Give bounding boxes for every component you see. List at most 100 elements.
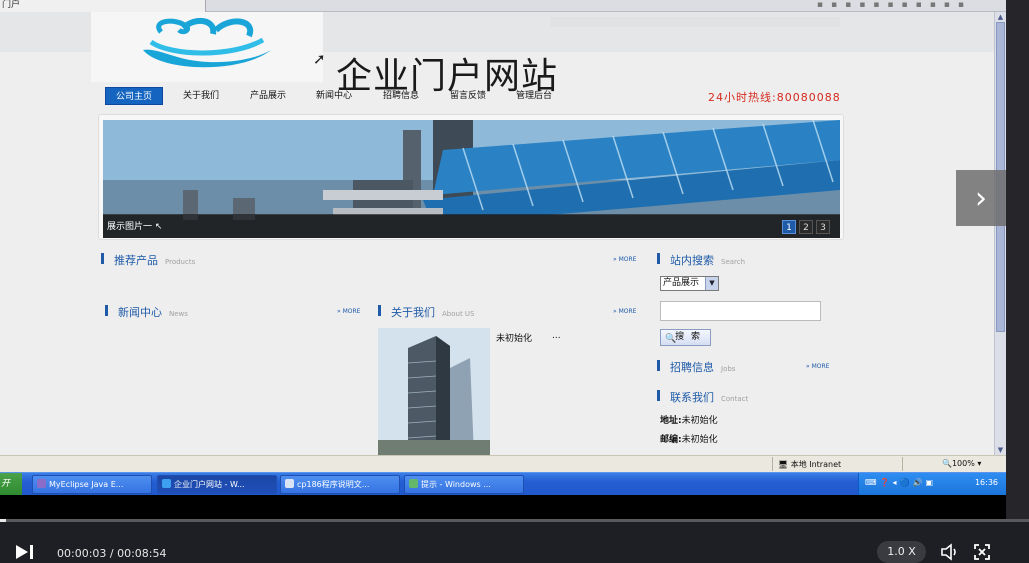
- player-side-area: [1006, 0, 1029, 520]
- about-more-link[interactable]: » MORE: [613, 308, 636, 315]
- about-summary: 未初始化: [496, 334, 533, 344]
- section-jobs-cn: 招聘信息: [670, 361, 714, 374]
- banner-page-1[interactable]: 1: [782, 220, 796, 234]
- section-about-en: About US: [442, 310, 475, 318]
- letterbox-strip: [0, 495, 1006, 519]
- task-ie-portal-label: 企业门户网站 - W...: [174, 480, 245, 489]
- search-category-value: 产品展示: [663, 278, 700, 288]
- section-products-title: 推荐产品 Products: [101, 252, 195, 268]
- section-search-en: Search: [721, 258, 746, 266]
- contact-zip-label: 邮编:: [660, 435, 682, 445]
- section-news-en: News: [169, 310, 188, 318]
- section-marker: [105, 305, 108, 316]
- image-viewer-icon: [409, 479, 418, 488]
- banner-image[interactable]: 展示图片一 ↖ 1 2 3: [103, 120, 840, 238]
- section-about-title: 关于我们 About US: [378, 304, 475, 320]
- section-about-cn: 关于我们: [391, 306, 435, 319]
- banner-caption: 展示图片一 ↖: [107, 222, 163, 232]
- contact-address-label: 地址:: [660, 416, 682, 426]
- zoom-control[interactable]: 🔍100% ▾: [942, 459, 981, 468]
- task-doc[interactable]: cp186程序说明文...: [280, 475, 400, 494]
- section-products-cn: 推荐产品: [114, 254, 158, 267]
- browser-toolbar-icons: ▪▪▪▪▪▪▪▪▪▪▪: [816, 0, 972, 10]
- start-button[interactable]: 开: [0, 473, 22, 496]
- tray-icons[interactable]: ⌨❓◂🔵🔊▣: [865, 478, 936, 487]
- status-divider: [772, 457, 773, 471]
- document-icon: [285, 479, 294, 488]
- nav-item-about[interactable]: 关于我们: [183, 87, 219, 105]
- windows-taskbar: 开 MyEclipse Java E... 企业门户网站 - W... cp18…: [0, 472, 1006, 496]
- section-contact-cn: 联系我们: [670, 391, 714, 404]
- nav-item-products[interactable]: 产品展示: [250, 87, 286, 105]
- fullscreen-icon[interactable]: [973, 543, 991, 561]
- contact-address: 地址:未初始化: [660, 413, 718, 426]
- mouse-cursor-icon: ➚: [313, 50, 326, 68]
- section-jobs-en: Jobs: [721, 365, 736, 373]
- browser-tab[interactable]: 门户: [0, 0, 206, 12]
- chevron-down-icon[interactable]: ▼: [705, 277, 718, 290]
- banner-caption-text: 展示图片一: [107, 222, 153, 232]
- section-marker: [657, 390, 660, 401]
- section-marker: [657, 253, 660, 264]
- products-more-link[interactable]: » MORE: [613, 256, 636, 263]
- task-myeclipse-label: MyEclipse Java E...: [49, 480, 124, 489]
- player-controls: 00:00:03 / 00:08:54 1.0 X: [0, 522, 1029, 563]
- video-player[interactable]: 门户 ▪▪▪▪▪▪▪▪▪▪▪ ➚ 企业门户网站 公司主页 关于我们 产品展示 新…: [0, 0, 1029, 563]
- volume-icon[interactable]: [940, 543, 960, 561]
- task-prompt[interactable]: 提示 - Windows ...: [404, 475, 524, 494]
- search-category-select[interactable]: 产品展示 ▼: [660, 276, 719, 291]
- news-more-link[interactable]: » MORE: [337, 308, 360, 315]
- task-myeclipse[interactable]: MyEclipse Java E...: [32, 475, 152, 494]
- section-marker: [101, 253, 104, 264]
- jobs-more-link[interactable]: » MORE: [806, 363, 829, 370]
- scroll-down-icon[interactable]: ▼: [995, 445, 1006, 455]
- section-marker: [657, 360, 660, 371]
- logo-icon: [143, 17, 271, 68]
- time-display: 00:00:03 / 00:08:54: [57, 547, 167, 560]
- section-contact-title: 联系我们 Contact: [657, 389, 748, 405]
- nav-item-jobs[interactable]: 招聘信息: [383, 87, 419, 105]
- search-button[interactable]: 🔍 搜 索: [660, 329, 711, 346]
- security-zone: 🖥 本地 Intranet: [778, 460, 842, 469]
- banner-page-2[interactable]: 2: [799, 220, 813, 234]
- scroll-up-icon[interactable]: ▲: [995, 12, 1006, 22]
- nav-item-admin[interactable]: 管理后台: [516, 87, 552, 105]
- section-news-cn: 新闻中心: [118, 306, 162, 319]
- search-input[interactable]: [660, 301, 821, 321]
- nav-item-home[interactable]: 公司主页: [105, 87, 164, 105]
- ghost-overlay: [550, 17, 840, 27]
- nav-item-feedback[interactable]: 留言反馈: [450, 87, 486, 105]
- site-logo[interactable]: [91, 12, 323, 82]
- banner-page-3[interactable]: 3: [816, 220, 830, 234]
- about-ellipsis[interactable]: ...: [552, 331, 561, 341]
- banner-pager: 1 2 3: [782, 220, 830, 234]
- play-icon[interactable]: [14, 543, 36, 561]
- browser-tab-strip: 门户 ▪▪▪▪▪▪▪▪▪▪▪: [0, 0, 1006, 12]
- chevron-right-icon: ›: [975, 180, 987, 216]
- nav-item-news[interactable]: 新闻中心: [316, 87, 352, 105]
- task-prompt-label: 提示 - Windows ...: [421, 480, 491, 489]
- playback-speed-button[interactable]: 1.0 X: [877, 541, 926, 563]
- recorded-screen: 门户 ▪▪▪▪▪▪▪▪▪▪▪ ➚ 企业门户网站 公司主页 关于我们 产品展示 新…: [0, 0, 1006, 520]
- clock: 16:36: [974, 478, 998, 487]
- status-divider: [902, 457, 903, 471]
- contact-zip: 邮编:未初始化: [660, 432, 718, 445]
- browser-tab-title: 门户: [2, 0, 21, 10]
- search-icon: 🔍: [665, 334, 677, 344]
- hotline: 24小时热线:80080088: [708, 91, 841, 104]
- next-slide-button[interactable]: ›: [956, 170, 1006, 226]
- system-tray: ⌨❓◂🔵🔊▣ 16:36: [858, 473, 1006, 496]
- browser-scrollbar[interactable]: ▲ ▼: [994, 12, 1006, 455]
- section-news-title: 新闻中心 News: [105, 304, 188, 320]
- contact-zip-value: 未初始化: [681, 435, 718, 445]
- task-ie-portal[interactable]: 企业门户网站 - W...: [157, 475, 277, 494]
- main-nav: 公司主页 关于我们 产品展示 新闻中心 招聘信息 留言反馈 管理后台 24小时热…: [104, 85, 844, 107]
- task-doc-label: cp186程序说明文...: [297, 480, 370, 489]
- myeclipse-icon: [37, 479, 46, 488]
- zoom-level: 100%: [951, 459, 975, 468]
- building-icon: [378, 328, 490, 455]
- section-contact-en: Contact: [721, 395, 749, 403]
- ie-icon: [162, 479, 171, 488]
- about-building-image: [378, 328, 490, 455]
- section-products-en: Products: [165, 258, 196, 266]
